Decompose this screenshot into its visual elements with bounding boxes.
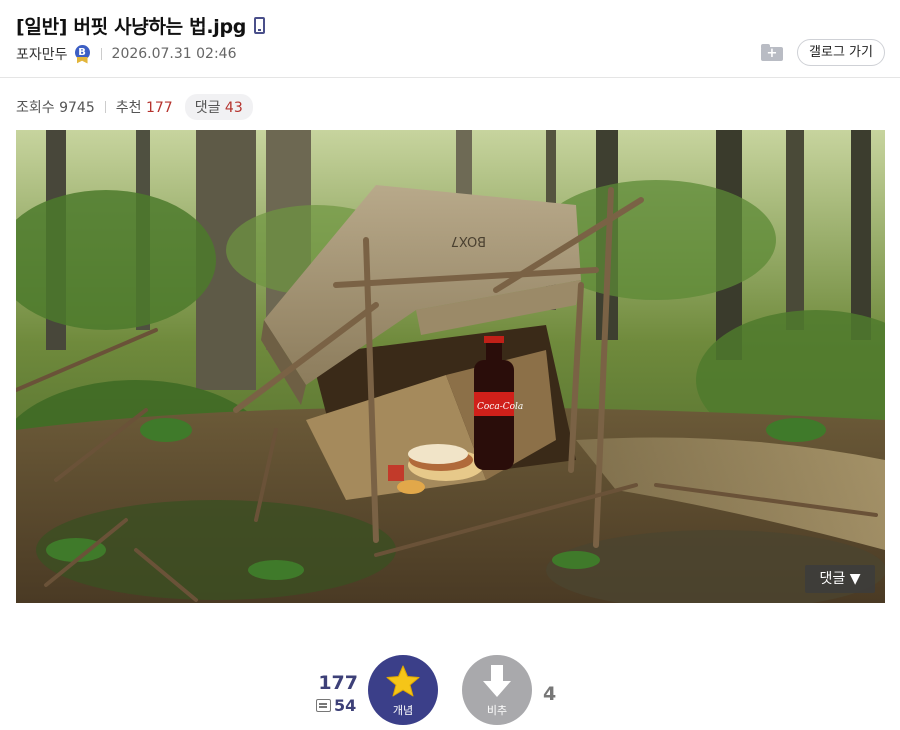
post-title: [일반] 버핏 사냥하는 법.jpg	[16, 16, 247, 38]
upvote-count: 177	[318, 672, 358, 694]
comment-toggle-button[interactable]: 댓글 ▼	[805, 565, 875, 593]
stats-divider	[104, 101, 106, 113]
fixed-upvote-row: 54	[316, 696, 356, 715]
downvote-button[interactable]: 비추	[462, 655, 532, 725]
author-name[interactable]: 포자만두	[16, 44, 68, 64]
view-count: 조회수 9745	[16, 97, 95, 117]
recommend-count-value: 177	[145, 100, 173, 116]
mobile-phone-icon	[254, 17, 266, 34]
downvote-label: 비추	[486, 704, 508, 717]
post-date: 2026.07.31 02:46	[111, 46, 237, 62]
star-icon	[386, 665, 420, 697]
bottle-label: Coca-Cola	[477, 402, 523, 412]
header-divider	[0, 77, 900, 78]
view-count-label: 조회수	[16, 100, 55, 116]
meta-divider	[100, 48, 102, 60]
downvote-count: 4	[543, 683, 557, 705]
comment-count-button[interactable]: 댓글 43	[184, 94, 253, 120]
gallog-button[interactable]: 갤로그 가기	[797, 39, 885, 66]
fixed-vote-icon	[316, 699, 331, 712]
post-stats: 조회수 9745 추천 177 댓글 43	[16, 94, 253, 120]
recommend-count-label: 추천	[115, 100, 142, 116]
upvote-label: 개념	[392, 704, 414, 717]
upvote-button[interactable]: 개념	[368, 655, 438, 725]
recommend-count: 추천 177	[116, 97, 173, 117]
post-image: BOX7 Coca-Cola	[16, 130, 885, 603]
down-arrow-icon	[483, 665, 511, 697]
post-title-row: [일반] 버핏 사냥하는 법.jpg	[16, 12, 266, 39]
vote-area: 177 54 개념 비추 4	[0, 650, 900, 730]
box-label: BOX7	[451, 233, 486, 248]
view-count-value: 9745	[59, 100, 95, 116]
comment-count-label: 댓글	[194, 100, 221, 116]
comment-count-value: 43	[224, 100, 243, 116]
author-badge-icon: B	[74, 44, 91, 64]
post-meta: 포자만두 B 2026.07.31 02:46	[16, 44, 237, 64]
folder-add-icon[interactable]: +	[761, 44, 783, 61]
fixed-vote-count: 54	[334, 696, 357, 715]
